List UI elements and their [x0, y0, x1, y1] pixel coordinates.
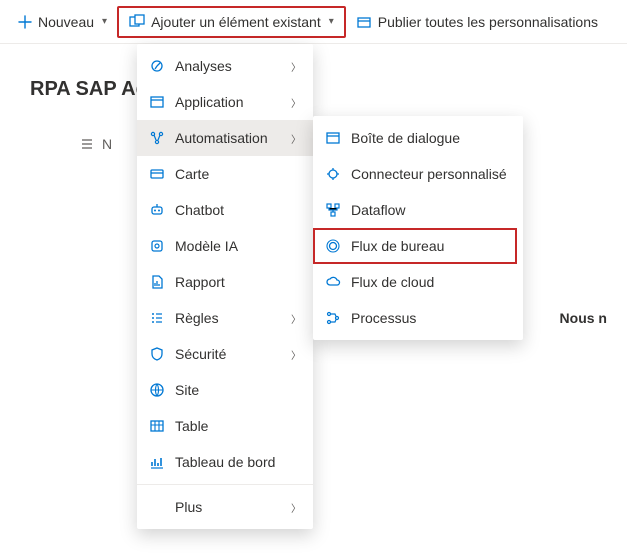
menu-item-rules[interactable]: Règles 〉 [137, 300, 313, 336]
menu-item-site[interactable]: Site [137, 372, 313, 408]
add-existing-label: Ajouter un élément existant [151, 14, 321, 30]
add-existing-icon [129, 14, 145, 30]
card-icon [149, 166, 165, 182]
menu-item-automation[interactable]: Automatisation 〉 [137, 120, 313, 156]
add-existing-menu: Analyses 〉 Application 〉 Automatisation 〉 Cart… [137, 44, 313, 529]
submenu-item-connector[interactable]: Connecteur personnalisé [313, 156, 523, 192]
publish-button[interactable]: Publier toutes les personnalisations [346, 8, 608, 36]
submenu-item-label: Processus [351, 310, 511, 326]
menu-item-table[interactable]: Table [137, 408, 313, 444]
empty-state-text: Nous n [560, 310, 607, 326]
submenu-item-label: Connecteur personnalisé [351, 166, 511, 182]
menu-item-security[interactable]: Sécurité 〉 [137, 336, 313, 372]
dataflow-icon [325, 202, 341, 218]
menu-item-analyses[interactable]: Analyses 〉 [137, 48, 313, 84]
cloud-flow-icon [325, 274, 341, 290]
site-icon [149, 382, 165, 398]
menu-item-ai-model[interactable]: Modèle IA [137, 228, 313, 264]
new-button[interactable]: Nouveau ▾ [8, 8, 117, 36]
chevron-right-icon: 〉 [291, 311, 301, 326]
new-button-label: Nouveau [38, 14, 94, 30]
menu-item-more[interactable]: Plus 〉 [137, 489, 313, 525]
rules-icon [149, 310, 165, 326]
menu-item-label: Automatisation [175, 130, 281, 146]
chevron-right-icon: 〉 [291, 95, 301, 110]
add-existing-button[interactable]: Ajouter un élément existant ▾ [117, 6, 346, 38]
publish-icon [356, 14, 372, 30]
process-icon [325, 310, 341, 326]
submenu-item-process[interactable]: Processus [313, 300, 523, 336]
submenu-item-label: Flux de bureau [351, 238, 511, 254]
automation-icon [149, 130, 165, 146]
automation-submenu: Boîte de dialogue Connecteur personnalisé… [313, 116, 523, 340]
menu-item-label: Site [175, 382, 301, 398]
plus-icon [18, 15, 32, 29]
menu-item-label: Analyses [175, 58, 281, 74]
submenu-item-label: Dataflow [351, 202, 511, 218]
menu-item-label: Sécurité [175, 346, 281, 362]
publish-label: Publier toutes les personnalisations [378, 14, 598, 30]
menu-item-label: Rapport [175, 274, 301, 290]
menu-item-label: Plus [175, 499, 281, 515]
command-bar: Nouveau ▾ Ajouter un élément existant ▾ … [0, 0, 627, 44]
chatbot-icon [149, 202, 165, 218]
grid-col-name-left[interactable]: N [80, 136, 112, 152]
chevron-down-icon: ▾ [102, 16, 107, 27]
chevron-right-icon: 〉 [291, 500, 301, 515]
menu-item-label: Carte [175, 166, 301, 182]
menu-item-label: Tableau de bord [175, 454, 301, 470]
menu-item-report[interactable]: Rapport [137, 264, 313, 300]
menu-item-label: Application [175, 94, 281, 110]
menu-item-label: Modèle IA [175, 238, 301, 254]
ai-model-icon [149, 238, 165, 254]
menu-separator [137, 484, 313, 485]
application-icon [149, 94, 165, 110]
submenu-item-dialog[interactable]: Boîte de dialogue [313, 120, 523, 156]
menu-item-label: Table [175, 418, 301, 434]
submenu-item-label: Flux de cloud [351, 274, 511, 290]
menu-item-label: Règles [175, 310, 281, 326]
report-icon [149, 274, 165, 290]
submenu-item-label: Boîte de dialogue [351, 130, 511, 146]
submenu-item-desktop-flow[interactable]: Flux de bureau [313, 228, 523, 264]
chevron-right-icon: 〉 [291, 59, 301, 74]
col-n: N [102, 136, 112, 152]
submenu-item-cloud-flow[interactable]: Flux de cloud [313, 264, 523, 300]
security-icon [149, 346, 165, 362]
menu-item-chatbot[interactable]: Chatbot [137, 192, 313, 228]
menu-item-application[interactable]: Application 〉 [137, 84, 313, 120]
chevron-down-icon: ▾ [329, 16, 334, 27]
table-icon [149, 418, 165, 434]
analyses-icon [149, 58, 165, 74]
menu-item-card[interactable]: Carte [137, 156, 313, 192]
page-title: RPA SAP Ad [30, 78, 148, 101]
list-icon [80, 137, 94, 151]
dialog-icon [325, 130, 341, 146]
chevron-right-icon: 〉 [291, 131, 301, 146]
connector-icon [325, 166, 341, 182]
desktop-flow-icon [325, 238, 341, 254]
menu-item-label: Chatbot [175, 202, 301, 218]
menu-item-dashboard[interactable]: Tableau de bord [137, 444, 313, 480]
submenu-item-dataflow[interactable]: Dataflow [313, 192, 523, 228]
dashboard-icon [149, 454, 165, 470]
chevron-right-icon: 〉 [291, 347, 301, 362]
